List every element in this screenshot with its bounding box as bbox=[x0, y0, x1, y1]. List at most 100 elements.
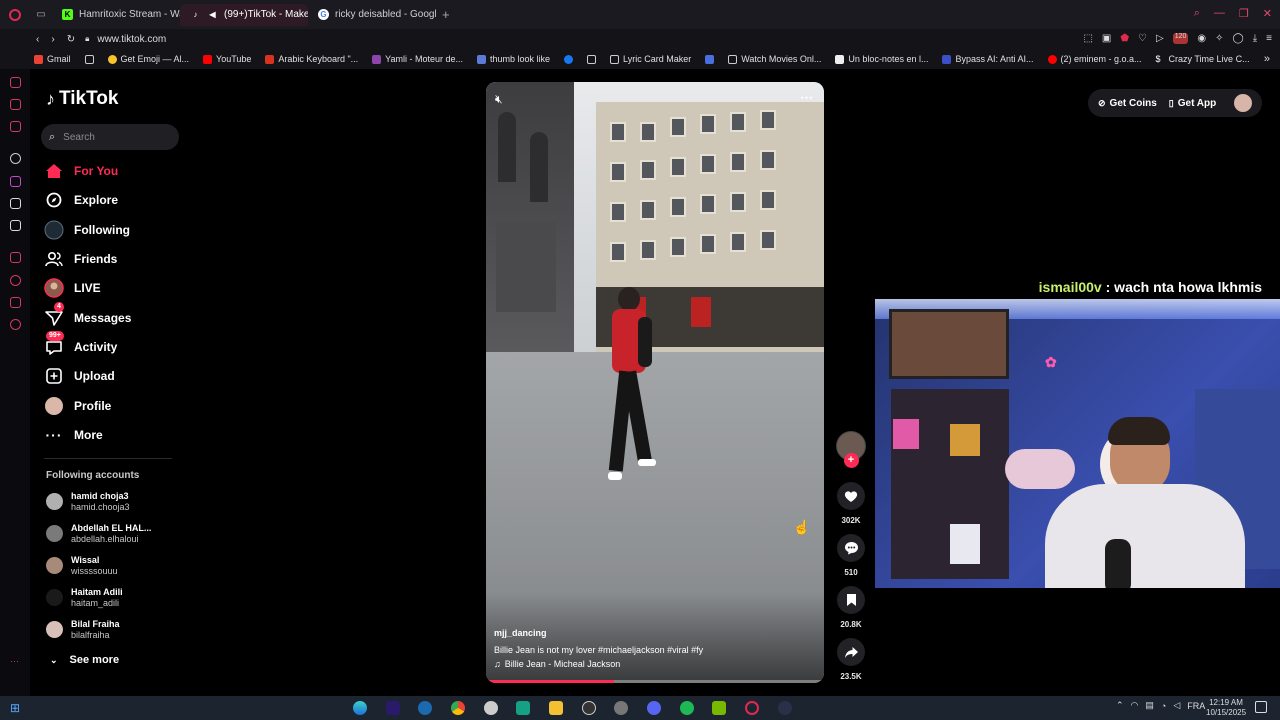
sidebar-more-icon[interactable]: ⋯ bbox=[10, 656, 21, 667]
video-music[interactable]: ♫ Billie Jean - Micheal Jackson bbox=[494, 659, 620, 669]
language-indicator[interactable]: FRA bbox=[1187, 701, 1205, 711]
get-app-button[interactable]: ▯ Get App bbox=[1169, 98, 1216, 109]
nav-more[interactable]: ··· More bbox=[44, 423, 103, 447]
menu-icon[interactable]: ≡ bbox=[1266, 33, 1272, 44]
instagram-icon[interactable] bbox=[10, 176, 21, 187]
sidebar-app-icon[interactable] bbox=[10, 252, 21, 263]
tab-icon[interactable]: ▣ bbox=[1102, 33, 1111, 44]
nav-following[interactable]: Following bbox=[44, 218, 130, 242]
new-tab-button[interactable]: + bbox=[442, 7, 450, 22]
premiere-icon[interactable] bbox=[386, 701, 400, 715]
tab-hamritoxic[interactable]: K Hamritoxic Stream - Watc bbox=[52, 4, 180, 26]
comment-button[interactable]: 510 bbox=[836, 534, 866, 577]
nav-upload[interactable]: Upload bbox=[44, 364, 115, 388]
following-account[interactable]: Bilal Fraiha bilalfraiha bbox=[46, 618, 120, 641]
bookmark-youtube[interactable]: YouTube bbox=[203, 54, 251, 64]
download-icon[interactable]: ⤓ bbox=[1253, 33, 1257, 44]
x-icon[interactable] bbox=[10, 220, 21, 231]
lock-icon[interactable]: 🔒︎ bbox=[85, 34, 89, 44]
extension-badge-icon[interactable]: 120 bbox=[1172, 33, 1189, 44]
like-button[interactable]: 302K bbox=[836, 482, 866, 525]
reload-icon[interactable]: ↻ bbox=[67, 34, 75, 45]
video-progress-bar[interactable] bbox=[486, 680, 824, 683]
bookmark-arabic-keyboard[interactable]: Arabic Keyboard "... bbox=[265, 54, 358, 64]
opera-menu-icon[interactable] bbox=[0, 0, 30, 29]
minimize-icon[interactable]: — bbox=[1214, 7, 1225, 20]
tab-island-icon[interactable]: ▭ bbox=[30, 9, 52, 20]
bookmark-docs[interactable] bbox=[705, 54, 715, 64]
bookmark-lyric-card[interactable]: Lyric Card Maker bbox=[610, 54, 691, 64]
edge-icon[interactable] bbox=[353, 701, 367, 715]
volume-icon[interactable]: ◁ bbox=[1173, 700, 1180, 711]
bookmark-eminem[interactable]: (2) eminem - g.o.a... bbox=[1047, 54, 1142, 64]
get-coins-button[interactable]: ⊘ Get Coins bbox=[1098, 98, 1157, 109]
following-account[interactable]: hamid choja3 hamid.chooja3 bbox=[46, 490, 130, 513]
save-button[interactable]: 20.8K bbox=[836, 586, 866, 629]
clock[interactable]: 12:19 AM 10/15/2025 bbox=[1206, 698, 1246, 718]
bookmark-page[interactable] bbox=[587, 54, 597, 64]
following-account[interactable]: Abdellah EL HAL... abdellah.elhaloui bbox=[46, 522, 151, 545]
url-field[interactable]: www.tiktok.com bbox=[97, 34, 166, 45]
tab-google[interactable]: G ricky deisabled - Google bbox=[308, 4, 436, 26]
sidebar-app-icon[interactable] bbox=[10, 121, 21, 132]
nav-activity[interactable]: 99+ Activity bbox=[44, 331, 117, 359]
sidebar-app-icon[interactable] bbox=[10, 99, 21, 110]
forward-icon[interactable]: › bbox=[51, 34, 54, 45]
bookmark-thumb[interactable]: thumb look like bbox=[477, 54, 550, 64]
follow-plus-icon[interactable]: + bbox=[843, 453, 859, 468]
nav-explore[interactable]: Explore bbox=[44, 188, 118, 212]
play-icon[interactable]: ▷ bbox=[1156, 33, 1164, 44]
puzzle-icon[interactable]: ✧ bbox=[1215, 33, 1223, 44]
share-button[interactable]: 23.5K bbox=[836, 638, 866, 681]
bookmarks-overflow-icon[interactable]: » bbox=[1264, 53, 1270, 65]
nvidia-icon[interactable] bbox=[712, 701, 726, 715]
history-icon[interactable] bbox=[10, 275, 21, 286]
bulb-icon[interactable]: ◉ bbox=[1197, 33, 1206, 44]
shield-icon[interactable]: ⬟ bbox=[1120, 33, 1129, 44]
app-icon[interactable] bbox=[614, 701, 628, 715]
network-icon[interactable]: ▤ bbox=[1145, 700, 1154, 711]
vpn-icon[interactable] bbox=[484, 701, 498, 715]
bookmark-bypass-ai[interactable]: Bypass AI: Anti AI... bbox=[942, 54, 1034, 64]
bookmark-notepad[interactable]: Un bloc-notes en l... bbox=[835, 54, 928, 64]
video-player[interactable]: 🔇︎ ⋯ mjj_dancing Billie Jean is not my l… bbox=[486, 82, 824, 683]
nav-profile[interactable]: Profile bbox=[44, 394, 111, 418]
following-account[interactable]: Wissal wissssouuu bbox=[46, 554, 118, 577]
sidebar-app-icon[interactable] bbox=[10, 77, 21, 88]
app-icon[interactable] bbox=[778, 701, 792, 715]
opera-taskbar-icon[interactable] bbox=[745, 701, 759, 715]
nav-friends[interactable]: Friends bbox=[44, 247, 117, 271]
tiktok-sidebar-icon[interactable] bbox=[10, 198, 21, 209]
creator-avatar-button[interactable]: + bbox=[836, 431, 866, 468]
bookmark-gmail[interactable]: Gmail bbox=[34, 54, 71, 64]
nav-for-you[interactable]: For You bbox=[44, 159, 118, 183]
nav-messages[interactable]: 4 Messages bbox=[44, 302, 131, 330]
heart-icon[interactable]: ♡ bbox=[1138, 33, 1147, 44]
search-input[interactable]: ⌕ Search bbox=[41, 124, 179, 150]
chatgpt-icon[interactable] bbox=[10, 153, 21, 164]
mute-icon[interactable]: 🔇︎ bbox=[495, 92, 503, 107]
bookmark-folder[interactable] bbox=[84, 54, 94, 64]
obs-icon[interactable] bbox=[582, 701, 596, 715]
spotify-icon[interactable] bbox=[680, 701, 694, 715]
file-explorer-icon[interactable] bbox=[549, 701, 563, 715]
app-icon[interactable] bbox=[516, 701, 530, 715]
search-tabs-icon[interactable]: ⌕ bbox=[1194, 7, 1200, 20]
discord-icon[interactable] bbox=[647, 701, 661, 715]
bookmark-watch-movies[interactable]: Watch Movies Onl... bbox=[728, 54, 821, 64]
user-avatar[interactable] bbox=[1234, 94, 1253, 112]
video-username[interactable]: mjj_dancing bbox=[494, 628, 547, 638]
maximize-icon[interactable]: ❐ bbox=[1239, 7, 1249, 20]
video-more-icon[interactable]: ⋯ bbox=[800, 90, 814, 106]
bookmark-facebook[interactable] bbox=[564, 54, 574, 64]
notifications-icon[interactable] bbox=[1255, 701, 1267, 713]
speaker-icon[interactable]: ◀ bbox=[207, 9, 218, 20]
downloads-icon[interactable] bbox=[10, 297, 21, 308]
video-caption[interactable]: Billie Jean is not my lover #michaeljack… bbox=[494, 645, 703, 655]
windows-start-icon[interactable]: ⊞ bbox=[10, 701, 20, 715]
tray-chevron-icon[interactable]: ⌃ bbox=[1116, 700, 1124, 711]
following-account[interactable]: Haitam Adili haitam_adili bbox=[46, 586, 123, 609]
chrome-icon[interactable] bbox=[451, 701, 465, 715]
close-icon[interactable]: ✕ bbox=[1263, 7, 1272, 20]
bookmark-emoji[interactable]: Get Emoji — Al... bbox=[107, 54, 189, 64]
